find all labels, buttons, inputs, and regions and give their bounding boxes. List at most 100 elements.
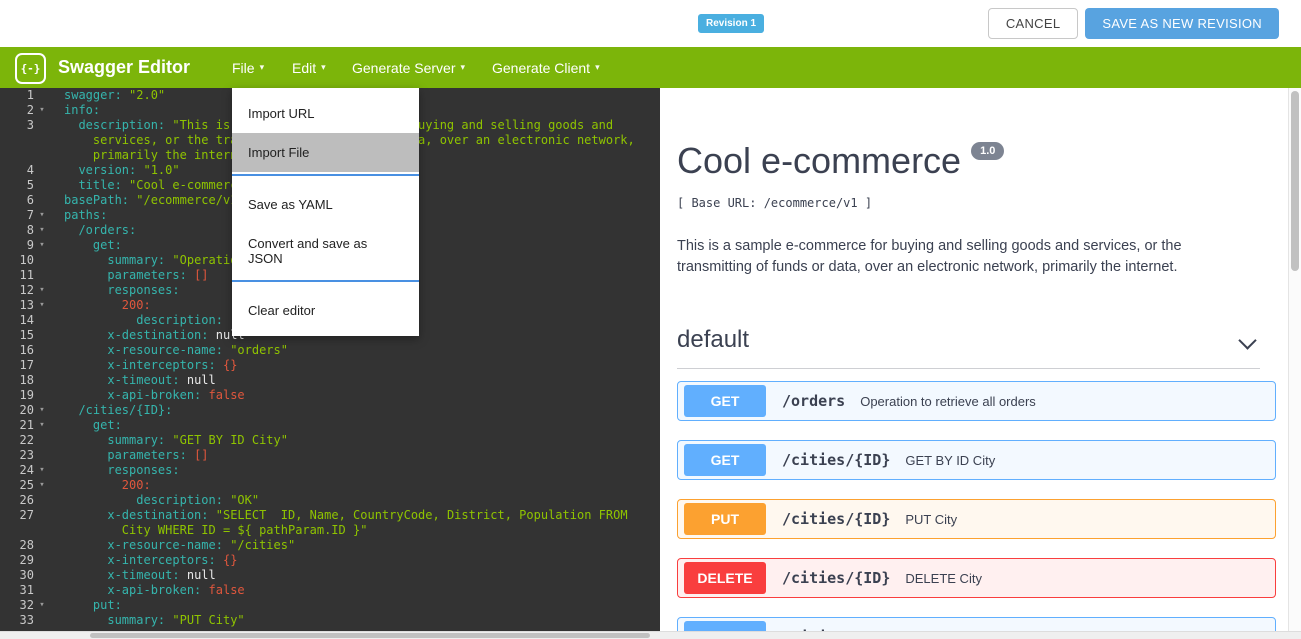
code-line[interactable]: 17 x-interceptors: {} — [0, 358, 660, 373]
code-line[interactable]: 23 parameters: [] — [0, 448, 660, 463]
operation-row-get-1[interactable]: GET/cities/{ID}GET BY ID City — [677, 440, 1276, 480]
gutter-cell: 18 — [0, 373, 52, 388]
fold-icon[interactable]: ▾ — [34, 598, 50, 613]
gutter-cell: 13▾ — [0, 298, 52, 313]
gutter-cell — [0, 148, 52, 163]
fold-icon[interactable]: ▾ — [34, 238, 50, 253]
app-title: Swagger Editor — [58, 47, 190, 88]
fold-icon[interactable]: ▾ — [34, 283, 50, 298]
fold-icon[interactable]: ▾ — [34, 103, 50, 118]
code-token: x-timeout: — [107, 373, 179, 387]
code-token: "GET BY ID City" — [172, 433, 288, 447]
navbar: {-} Swagger Editor File ▾ Edit ▾ Generat… — [0, 47, 1301, 88]
gutter-cell: 23 — [0, 448, 52, 463]
menu-item-import-file[interactable]: Import File — [232, 133, 419, 172]
fold-icon[interactable]: ▾ — [34, 463, 50, 478]
vertical-scrollbar-thumb[interactable] — [1291, 91, 1299, 271]
fold-spacer — [34, 538, 50, 553]
fold-icon[interactable]: ▾ — [34, 208, 50, 223]
code-token: put: — [93, 598, 122, 612]
code-text: parameters: [] — [52, 268, 209, 283]
code-text: get: — [52, 418, 122, 433]
code-token: description: — [136, 313, 223, 327]
code-line[interactable]: 16 x-resource-name: "orders" — [0, 343, 660, 358]
code-text: x-destination: null — [52, 328, 245, 343]
menu-edit[interactable]: Edit ▾ — [292, 47, 326, 88]
code-line[interactable]: 30 x-timeout: null — [0, 568, 660, 583]
menu-item-save-as-yaml[interactable]: Save as YAML — [232, 185, 419, 224]
code-token: 200: — [122, 478, 151, 492]
code-line[interactable]: 28 x-resource-name: "/cities" — [0, 538, 660, 553]
code-line[interactable]: 29 x-interceptors: {} — [0, 553, 660, 568]
code-line[interactable]: 19 x-api-broken: false — [0, 388, 660, 403]
code-line[interactable]: 27 x-destination: "SELECT ID, Name, Coun… — [0, 508, 660, 523]
code-line[interactable]: 26 description: "OK" — [0, 493, 660, 508]
code-line[interactable]: 20▾ /cities/{ID}: — [0, 403, 660, 418]
code-line[interactable]: 31 x-api-broken: false — [0, 583, 660, 598]
code-token: swagger: — [64, 88, 122, 102]
tag-section-header[interactable]: default — [677, 326, 1260, 369]
menu-generate-server[interactable]: Generate Server ▾ — [352, 47, 465, 88]
vertical-scrollbar[interactable] — [1288, 88, 1301, 631]
code-token: "orders" — [230, 343, 288, 357]
code-token: [] — [194, 268, 208, 282]
line-number: 21 — [0, 418, 34, 433]
code-token: info: — [64, 103, 100, 117]
line-number: 1 — [0, 88, 34, 103]
operation-row-get-0[interactable]: GET/ordersOperation to retrieve all orde… — [677, 381, 1276, 421]
gutter-cell: 4 — [0, 163, 52, 178]
code-token — [180, 568, 187, 582]
code-text: x-timeout: null — [52, 373, 216, 388]
code-line[interactable]: City WHERE ID = ${ pathParam.ID }" — [0, 523, 660, 538]
line-number: 29 — [0, 553, 34, 568]
operation-row-delete-3[interactable]: DELETE/cities/{ID}DELETE City — [677, 558, 1276, 598]
save-revision-button[interactable]: SAVE AS NEW REVISION — [1085, 8, 1279, 39]
menu-generate-client[interactable]: Generate Client ▾ — [492, 47, 600, 88]
code-line[interactable]: 24▾ responses: — [0, 463, 660, 478]
code-token: /orders: — [78, 223, 136, 237]
code-token: x-interceptors: — [107, 553, 215, 567]
menu-item-clear-editor[interactable]: Clear editor — [232, 291, 419, 330]
code-token — [201, 388, 208, 402]
operation-row-get-4[interactable]: GET/citiesGET City — [677, 617, 1276, 631]
cancel-button[interactable]: CANCEL — [988, 8, 1079, 39]
chevron-down-icon[interactable] — [1238, 331, 1256, 349]
menu-item-import-url[interactable]: Import URL — [232, 94, 419, 133]
code-token: 200: — [122, 298, 151, 312]
operation-row-put-2[interactable]: PUT/cities/{ID}PUT City — [677, 499, 1276, 539]
code-token: x-interceptors: — [107, 358, 215, 372]
code-token: responses: — [107, 283, 179, 297]
code-line[interactable]: 33 summary: "PUT City" — [0, 613, 660, 628]
menu-file[interactable]: File ▾ — [232, 47, 264, 88]
code-token — [64, 403, 78, 417]
horizontal-scrollbar[interactable] — [0, 631, 1301, 639]
code-text: title: "Cool e-commerce" — [52, 178, 252, 193]
code-line[interactable]: 25▾ 200: — [0, 478, 660, 493]
code-line[interactable]: 32▾ put: — [0, 598, 660, 613]
fold-icon[interactable]: ▾ — [34, 403, 50, 418]
code-token — [64, 343, 107, 357]
code-text: x-resource-name: "orders" — [52, 343, 288, 358]
code-line[interactable]: 18 x-timeout: null — [0, 373, 660, 388]
code-token — [187, 448, 194, 462]
code-text: 200: — [52, 298, 151, 313]
code-token — [64, 463, 107, 477]
code-line[interactable]: 22 summary: "GET BY ID City" — [0, 433, 660, 448]
gutter-cell: 1 — [0, 88, 52, 103]
fold-spacer — [34, 178, 50, 193]
fold-icon[interactable]: ▾ — [34, 298, 50, 313]
caret-down-icon: ▾ — [461, 62, 466, 73]
code-token: description: — [136, 493, 223, 507]
line-number: 17 — [0, 358, 34, 373]
code-line[interactable]: 21▾ get: — [0, 418, 660, 433]
menu-item-convert-save-json[interactable]: Convert and save as JSON — [232, 224, 419, 278]
horizontal-scrollbar-thumb[interactable] — [90, 633, 650, 638]
fold-icon[interactable]: ▾ — [34, 418, 50, 433]
gutter-cell — [0, 133, 52, 148]
top-bar: Revision 1 CANCEL SAVE AS NEW REVISION — [0, 0, 1301, 47]
fold-icon[interactable]: ▾ — [34, 478, 50, 493]
code-token — [64, 268, 107, 282]
fold-spacer — [34, 433, 50, 448]
code-token — [64, 178, 78, 192]
fold-icon[interactable]: ▾ — [34, 223, 50, 238]
